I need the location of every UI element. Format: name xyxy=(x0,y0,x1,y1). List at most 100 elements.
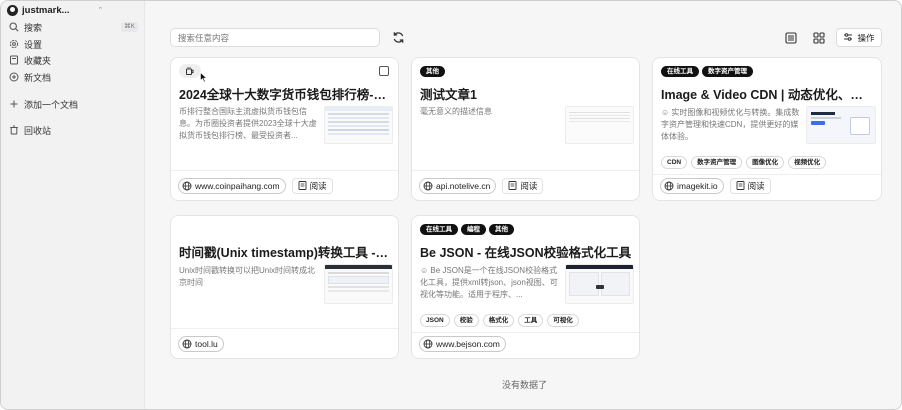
keyword-chips: JSON 校验 格式化 工具 可视化 xyxy=(420,314,579,327)
domain-link[interactable]: www.coinpaihang.com xyxy=(178,178,286,194)
workspace-name: justmark... xyxy=(22,4,70,16)
domain-link[interactable]: api.notelive.cn xyxy=(419,178,497,194)
domain-link[interactable]: tool.lu xyxy=(178,336,224,352)
read-button[interactable]: 阅读 xyxy=(291,178,333,194)
tag[interactable]: 编程 xyxy=(461,224,486,235)
card-description: 毫无意义的描述信息 xyxy=(420,107,492,116)
shortcut-badge: ⌘K xyxy=(121,22,138,32)
keyword-chip[interactable]: JSON xyxy=(420,314,450,327)
mug-icon xyxy=(179,64,201,78)
sidebar-item-label: 新文档 xyxy=(24,72,52,83)
bookmark-icon xyxy=(8,55,19,66)
add-document-button[interactable]: 添加一个文档 xyxy=(8,97,138,111)
search-icon xyxy=(8,22,19,33)
bookmark-card[interactable]: 在线工具 数字资产管理 Image & Video CDN | 动态优化、转换.… xyxy=(652,57,882,201)
sidebar-item-settings[interactable]: 设置 xyxy=(8,37,138,51)
card-thumbnail xyxy=(324,264,393,304)
list-view-icon[interactable] xyxy=(782,28,799,47)
domain-link[interactable]: www.bejson.com xyxy=(419,336,506,352)
sidebar: justmark... ⌃ 搜索 ⌘K 设置 收藏夹 新文档 添加一个文档 回收… xyxy=(1,1,145,409)
tag[interactable]: 在线工具 xyxy=(420,224,458,235)
avatar xyxy=(7,4,18,16)
workspace-switcher[interactable]: justmark... ⌃ xyxy=(7,3,103,17)
read-button[interactable]: 阅读 xyxy=(502,178,544,194)
app-window: justmark... ⌃ 搜索 ⌘K 设置 收藏夹 新文档 添加一个文档 回收… xyxy=(0,0,902,410)
plus-circle-icon xyxy=(8,72,19,83)
select-checkbox[interactable] xyxy=(379,66,389,76)
sidebar-item-label: 收藏夹 xyxy=(24,55,52,66)
sidebar-item-label: 设置 xyxy=(24,39,43,50)
card-thumbnail xyxy=(565,264,634,304)
card-thumbnail xyxy=(806,106,876,144)
sidebar-item-trash[interactable]: 回收站 xyxy=(8,123,138,137)
keyword-chips: CDN 数字资产管理 图像优化 视频优化 xyxy=(661,156,827,169)
card-footer: api.notelive.cn 阅读 xyxy=(419,178,544,194)
card-thumbnail xyxy=(565,106,634,144)
card-title: 2024全球十大数字货币钱包排行榜-常... xyxy=(179,88,391,102)
domain-text: imagekit.io xyxy=(677,181,718,191)
keyword-chip[interactable]: 工具 xyxy=(518,314,544,327)
refresh-icon[interactable] xyxy=(390,29,406,45)
card-thumbnail xyxy=(324,106,393,144)
card-description: ☺ Be JSON是一个在线JSON校验格式化工具，提供xml转json、jso… xyxy=(420,266,558,299)
card-description: Unix时间戳转换可以把Unix时间转成北京时间 xyxy=(179,266,316,287)
globe-icon xyxy=(182,339,192,349)
card-divider xyxy=(412,332,639,333)
bookmark-card[interactable]: 时间戳(Unix timestamp)转换工具 - 在... Unix时间戳转换… xyxy=(170,215,399,359)
keyword-chip[interactable]: 校验 xyxy=(453,314,479,327)
globe-icon xyxy=(423,339,433,349)
search-input[interactable] xyxy=(170,28,380,47)
read-label: 阅读 xyxy=(520,181,538,191)
document-icon xyxy=(508,180,517,192)
card-title: Be JSON - 在线JSON校验格式化工具 xyxy=(420,246,632,260)
card-divider xyxy=(653,174,881,175)
bookmark-card[interactable]: 2024全球十大数字货币钱包排行榜-常... 币排行整合国际主流虚拟货币钱包信息… xyxy=(170,57,399,201)
card-footer: tool.lu xyxy=(178,336,224,352)
sidebar-item-new-doc[interactable]: 新文档 xyxy=(8,70,138,84)
domain-text: tool.lu xyxy=(195,339,218,349)
trash-icon xyxy=(8,125,19,136)
globe-icon xyxy=(182,181,192,191)
chevron-updown-icon: ⌃ xyxy=(97,7,104,14)
tag-list: 在线工具 编程 其他 xyxy=(420,224,514,235)
tag-list: 在线工具 数字资产管理 xyxy=(661,66,753,77)
sidebar-item-search[interactable]: 搜索 ⌘K xyxy=(8,20,138,34)
tag[interactable]: 其他 xyxy=(489,224,514,235)
main-content: 操作 2024全球十大数字货币钱包排行榜-常... 币排行整合国际主流虚拟货币钱… xyxy=(146,1,901,409)
bookmark-card[interactable]: 在线工具 编程 其他 Be JSON - 在线JSON校验格式化工具 ☺ Be … xyxy=(411,215,640,359)
read-label: 阅读 xyxy=(309,181,327,191)
tag[interactable]: 在线工具 xyxy=(661,66,699,77)
card-title: 时间戳(Unix timestamp)转换工具 - 在... xyxy=(179,246,391,260)
card-footer: www.bejson.com xyxy=(419,336,506,352)
card-description: 币排行整合国际主流虚拟货币钱包信息。为币圈投资者提供2023全球十大虚拟货币钱包… xyxy=(179,107,317,140)
sidebar-item-label: 回收站 xyxy=(24,125,52,136)
globe-icon xyxy=(423,181,433,191)
domain-text: www.bejson.com xyxy=(436,339,500,349)
domain-text: api.notelive.cn xyxy=(436,181,491,191)
keyword-chip[interactable]: CDN xyxy=(661,156,688,169)
keyword-chip[interactable]: 格式化 xyxy=(482,314,515,327)
grid-view-icon[interactable] xyxy=(810,28,827,47)
card-description: ☺ 实时图像和视频优化与转换。集成数字资产管理和快速CDN，提供更好的媒体体验。 xyxy=(661,108,800,141)
domain-link[interactable]: imagekit.io xyxy=(660,178,724,194)
bookmark-card[interactable]: 其他 测试文章1 毫无意义的描述信息 api.notelive.cn 阅读 xyxy=(411,57,640,201)
keyword-chip[interactable]: 视频优化 xyxy=(788,156,827,169)
tag[interactable]: 其他 xyxy=(420,66,445,77)
card-divider xyxy=(171,170,398,171)
card-title: Image & Video CDN | 动态优化、转换... xyxy=(661,88,875,102)
keyword-chip[interactable]: 图像优化 xyxy=(746,156,785,169)
card-footer: imagekit.io 阅读 xyxy=(660,178,771,194)
empty-state-text: 没有数据了 xyxy=(502,380,548,390)
card-divider xyxy=(412,170,639,171)
document-icon xyxy=(298,180,307,192)
domain-text: www.coinpaihang.com xyxy=(195,181,280,191)
tag[interactable]: 数字资产管理 xyxy=(702,66,753,77)
operate-button[interactable]: 操作 xyxy=(836,28,882,47)
keyword-chip[interactable]: 数字资产管理 xyxy=(691,156,743,169)
globe-icon xyxy=(664,181,674,191)
read-button[interactable]: 阅读 xyxy=(729,178,771,194)
sidebar-item-favorites[interactable]: 收藏夹 xyxy=(8,53,138,67)
operate-label: 操作 xyxy=(857,32,875,43)
keyword-chip[interactable]: 可视化 xyxy=(547,314,579,327)
sliders-icon xyxy=(843,32,853,44)
